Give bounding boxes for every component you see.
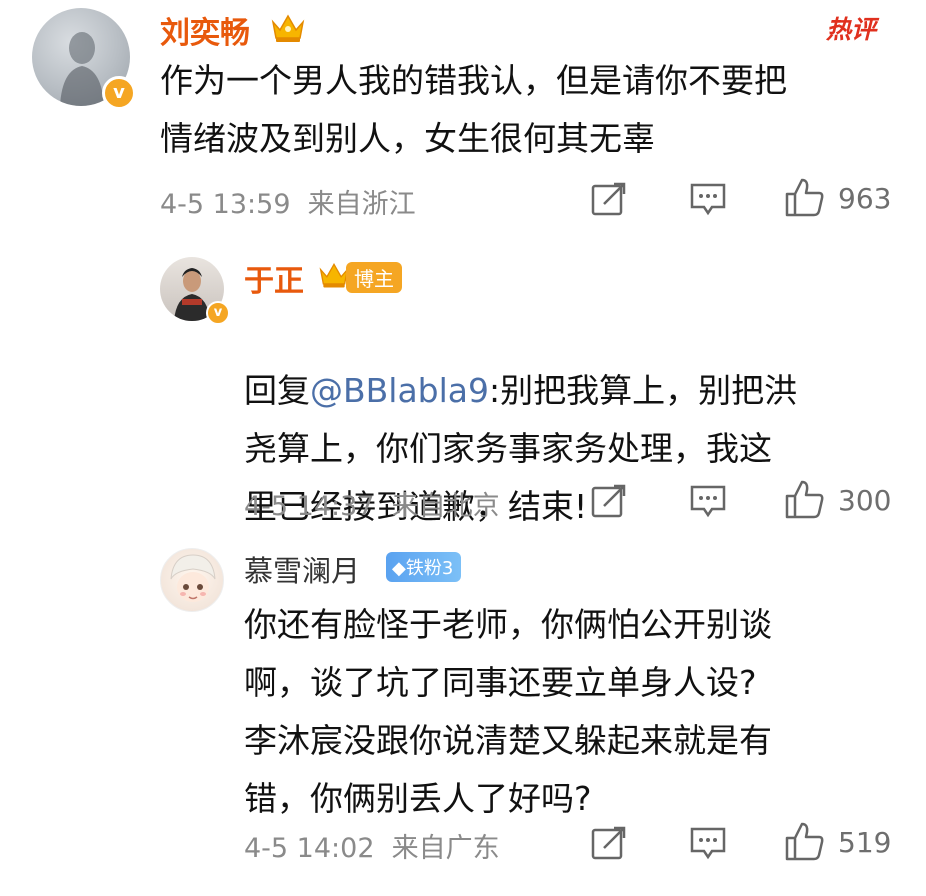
comment-meta: 4-5 14:37 来自北京	[244, 484, 500, 523]
username[interactable]: 于正	[244, 256, 304, 300]
like-icon[interactable]	[784, 478, 826, 520]
timestamp: 4-5 14:37	[244, 491, 375, 522]
avatar[interactable]	[160, 548, 224, 612]
like-icon[interactable]	[784, 176, 826, 218]
share-icon[interactable]	[590, 824, 628, 862]
comment-icon[interactable]	[688, 826, 728, 862]
comment-meta: 4-5 14:02 来自广东	[244, 826, 500, 865]
location: 来自北京	[391, 491, 500, 522]
mention-link[interactable]: @BBlabla9	[310, 371, 489, 410]
crown-icon	[271, 14, 305, 42]
comment-text: 你还有脸怪于老师，你俩怕公开别谈 啊，谈了坑了同事还要立单身人设? 李沐宸没跟你…	[244, 605, 772, 818]
avatar-cartoon-icon	[170, 554, 216, 602]
share-icon[interactable]	[590, 180, 628, 218]
comment-1: v 刘奕畅 热评 作为一个男人我的错我认，但是请你不要把 情绪波及到别人，女生很…	[0, 0, 926, 240]
comment-text: 作为一个男人我的错我认，但是请你不要把 情绪波及到别人，女生很何其无辜	[160, 61, 787, 158]
comment-3: 慕雪澜月 ◆铁粉3 你还有脸怪于老师，你俩怕公开别谈 啊，谈了坑了同事还要立单身…	[0, 540, 926, 896]
like-count: 963	[838, 182, 892, 215]
hot-comment-badge: 热评	[825, 15, 876, 44]
fan-badge: ◆铁粉3	[386, 552, 462, 582]
share-icon[interactable]	[590, 482, 628, 520]
comment-2: v 于正 博主 回复@BBlabla9:别把我算上，别把洪 尧算上，你们家务事家…	[0, 240, 926, 540]
fan-diamond-icon: ◆	[392, 558, 406, 579]
location: 来自广东	[391, 833, 500, 864]
username[interactable]: 刘奕畅	[160, 8, 250, 52]
verified-icon: v	[206, 301, 230, 325]
location: 来自浙江	[307, 189, 416, 220]
comment-icon[interactable]	[688, 484, 728, 520]
fan-level: 铁粉3	[405, 558, 454, 579]
verified-icon: v	[102, 76, 136, 110]
like-count: 300	[838, 484, 892, 517]
blogger-badge: 博主	[346, 262, 402, 293]
avatar[interactable]: v	[32, 8, 136, 110]
comment-meta: 4-5 13:59 来自浙江	[160, 182, 416, 221]
avatar[interactable]: v	[160, 257, 230, 325]
username[interactable]: 慕雪澜月	[244, 548, 360, 590]
timestamp: 4-5 13:59	[160, 189, 291, 220]
timestamp: 4-5 14:02	[244, 833, 375, 864]
like-icon[interactable]	[784, 820, 826, 862]
reply-prefix: 回复	[244, 371, 310, 410]
comment-icon[interactable]	[688, 182, 728, 218]
like-count: 519	[838, 826, 892, 859]
